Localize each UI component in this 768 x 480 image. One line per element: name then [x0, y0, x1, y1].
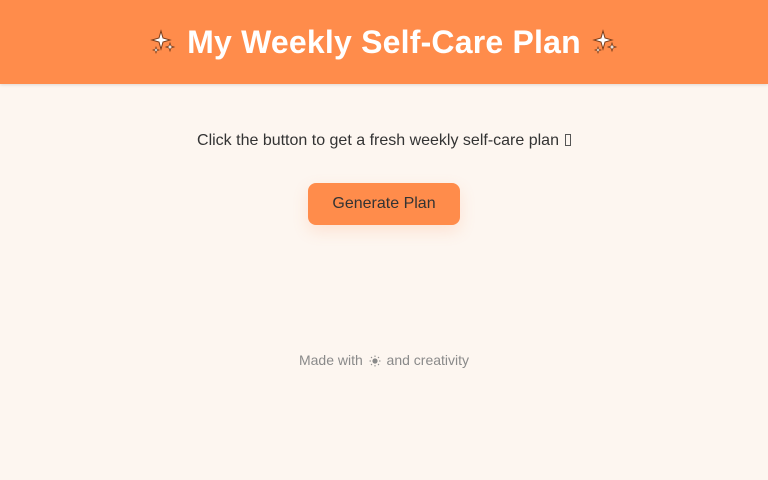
- title-text: My Weekly Self-Care Plan: [187, 23, 581, 60]
- generate-plan-button[interactable]: Generate Plan: [308, 183, 460, 225]
- missing-glyph-icon: [564, 134, 571, 146]
- intro-message: Click the button to get a fresh weekly s…: [0, 130, 768, 152]
- button-container: Generate Plan: [0, 183, 768, 225]
- sun-icon: [369, 352, 381, 372]
- footer-text-before: Made with: [298, 352, 363, 368]
- app-header: My Weekly Self-Care Plan: [0, 0, 768, 84]
- footer: Made with and creativity: [0, 350, 768, 372]
- intro-text: Click the button to get a fresh weekly s…: [197, 132, 559, 149]
- sparkles-icon: [591, 28, 619, 56]
- sparkles-icon: [149, 28, 177, 56]
- page-title: My Weekly Self-Care Plan: [149, 24, 619, 61]
- footer-text-after: and creativity: [386, 352, 470, 368]
